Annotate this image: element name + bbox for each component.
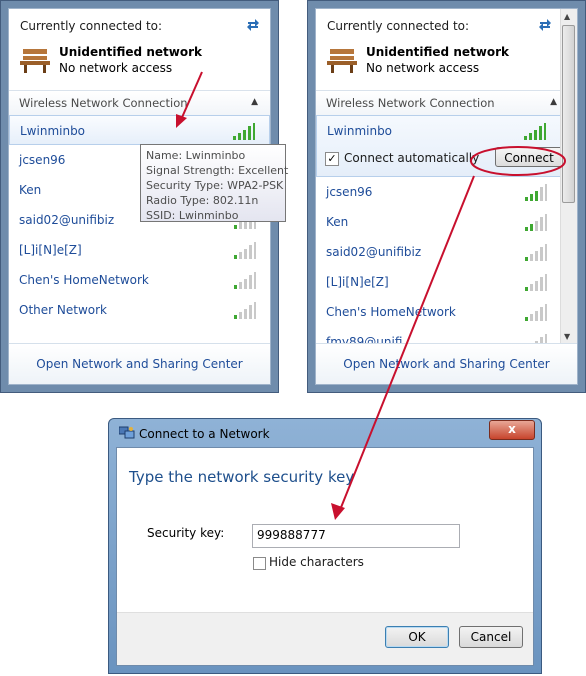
annotation-arrow [339,175,475,511]
annotation-overlay [176,71,566,520]
annotation-arrow [179,71,203,123]
annotation-ellipse [470,146,566,176]
annotation-arrowhead [331,503,345,520]
annotation-arrowhead [176,114,187,128]
